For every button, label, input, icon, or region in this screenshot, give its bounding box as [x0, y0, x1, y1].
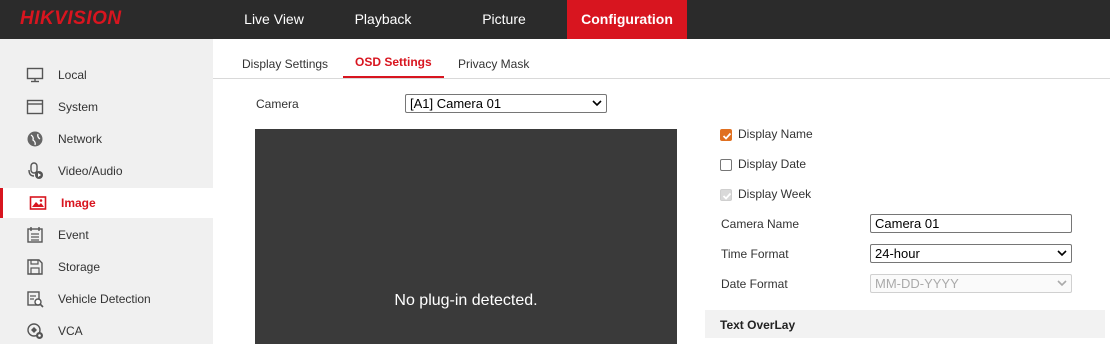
sidebar: Local System Network Video/Audio Image E…	[0, 39, 213, 344]
vca-settings-icon	[27, 323, 43, 339]
calendar-icon	[27, 227, 43, 243]
sidebar-item-image[interactable]: Image	[0, 188, 213, 218]
sidebar-item-vehicle-detection[interactable]: Vehicle Detection	[0, 284, 213, 314]
checkmark-icon	[722, 192, 732, 200]
sidebar-item-label: System	[58, 100, 99, 114]
camera-select[interactable]: [A1] Camera 01	[405, 94, 607, 113]
camera-select-value: [A1] Camera 01	[410, 96, 502, 111]
microphone-icon	[28, 162, 43, 179]
display-date-checkbox[interactable]	[720, 159, 732, 171]
time-format-label: Time Format	[721, 247, 789, 261]
camera-name-label: Camera Name	[721, 217, 800, 231]
globe-icon	[27, 131, 43, 147]
chevron-down-icon	[1057, 280, 1067, 287]
display-name-checkbox[interactable]	[720, 129, 732, 141]
sub-tab-bar: Display Settings OSD Settings Privacy Ma…	[213, 39, 1110, 79]
sidebar-item-vca[interactable]: VCA	[0, 316, 213, 346]
nav-tab-picture[interactable]: Picture	[456, 0, 552, 39]
checkmark-icon	[722, 132, 732, 140]
camera-name-input[interactable]	[870, 214, 1072, 233]
date-format-select[interactable]: MM-DD-YYYY	[870, 274, 1072, 293]
sidebar-item-label: VCA	[58, 324, 83, 338]
time-format-select[interactable]: 24-hour	[870, 244, 1072, 263]
sidebar-item-network[interactable]: Network	[0, 124, 213, 154]
display-week-label: Display Week	[738, 187, 812, 201]
floppy-disk-icon	[27, 259, 43, 275]
nav-tab-live-view[interactable]: Live View	[213, 0, 335, 39]
chevron-down-icon	[1057, 250, 1067, 257]
display-week-checkbox[interactable]	[720, 189, 732, 201]
tab-osd-settings[interactable]: OSD Settings	[355, 55, 432, 69]
sidebar-item-event[interactable]: Event	[0, 220, 213, 250]
monitor-icon	[26, 67, 44, 83]
text-overlay-title: Text OverLay	[720, 318, 796, 332]
date-format-value: MM-DD-YYYY	[875, 276, 959, 291]
sidebar-item-label: Storage	[58, 260, 101, 274]
no-plugin-message: No plug-in detected.	[394, 292, 538, 309]
display-date-label: Display Date	[738, 157, 807, 171]
tab-display-settings[interactable]: Display Settings	[242, 57, 328, 71]
sidebar-item-label: Vehicle Detection	[58, 292, 151, 306]
sidebar-item-system[interactable]: System	[0, 92, 213, 122]
time-format-value: 24-hour	[875, 246, 920, 261]
sidebar-item-video-audio[interactable]: Video/Audio	[0, 156, 213, 186]
image-icon	[29, 196, 47, 210]
chevron-down-icon	[592, 100, 602, 107]
nav-tab-configuration[interactable]: Configuration	[567, 0, 687, 39]
date-format-label: Date Format	[721, 277, 788, 291]
sidebar-item-local[interactable]: Local	[0, 60, 213, 90]
sidebar-item-label: Video/Audio	[58, 164, 123, 178]
text-overlay-section-header: Text OverLay	[705, 310, 1105, 338]
sidebar-item-label: Local	[58, 68, 87, 82]
sidebar-item-label: Network	[58, 132, 103, 146]
camera-label: Camera	[256, 97, 299, 111]
tab-privacy-mask[interactable]: Privacy Mask	[458, 57, 529, 71]
sidebar-item-label: Image	[61, 196, 96, 210]
active-tab-underline	[343, 76, 444, 78]
video-preview-area: No plug-in detected.	[255, 129, 677, 344]
vehicle-search-icon	[27, 291, 44, 308]
sidebar-item-storage[interactable]: Storage	[0, 252, 213, 282]
top-navigation-bar: HIKVISION Live View Playback Picture Con…	[0, 0, 1110, 39]
hikvision-logo: HIKVISION	[20, 8, 122, 29]
sidebar-item-label: Event	[58, 228, 89, 242]
system-window-icon	[26, 99, 44, 115]
nav-tab-playback[interactable]: Playback	[335, 0, 431, 39]
display-name-label: Display Name	[738, 127, 813, 141]
